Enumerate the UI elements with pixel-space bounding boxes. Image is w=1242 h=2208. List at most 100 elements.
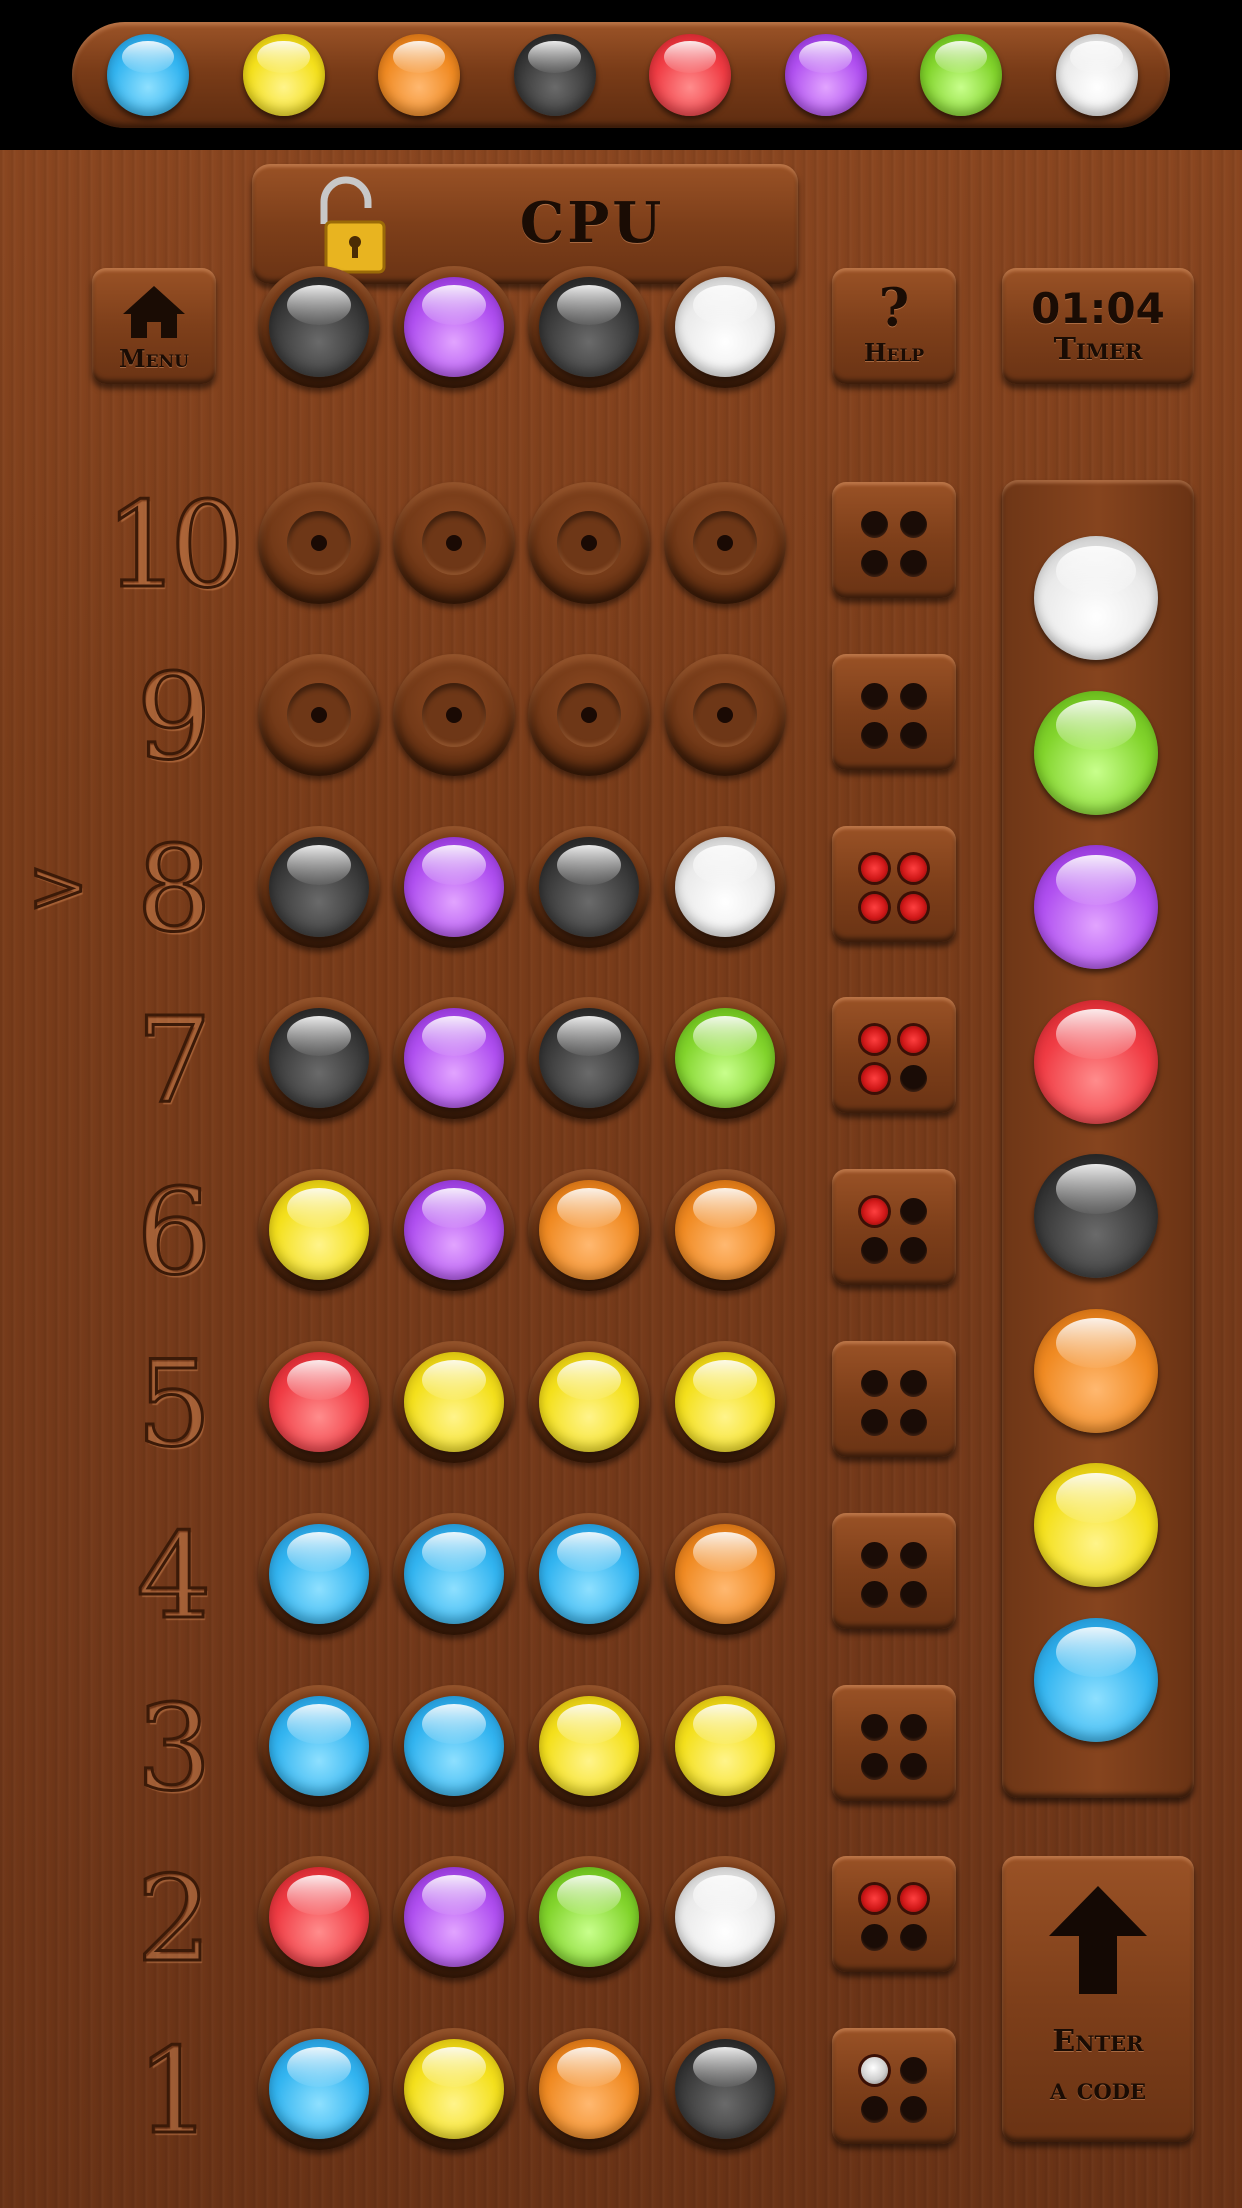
peg-slot[interactable] — [664, 2028, 786, 2151]
peg-slot[interactable] — [258, 997, 380, 1120]
peg-purple — [404, 1180, 504, 1281]
peg-yellow — [675, 1695, 775, 1796]
peg-slot[interactable] — [664, 1341, 786, 1463]
peg-blue — [269, 1523, 369, 1624]
feedback-peg-red — [900, 893, 927, 921]
feedback-peg-empty — [861, 1370, 888, 1397]
peg-slot[interactable] — [393, 1169, 515, 1292]
feedback-peg-empty — [861, 682, 888, 710]
feedback-peg-empty — [861, 721, 888, 749]
peg-slot[interactable] — [393, 1341, 515, 1463]
peg-blue — [404, 1523, 504, 1624]
current-row-marker: > — [26, 844, 89, 928]
peg-slot[interactable] — [258, 653, 380, 776]
peg-slot[interactable] — [664, 653, 786, 776]
peg-slot[interactable] — [528, 1169, 650, 1292]
feedback-peg-empty — [900, 1237, 927, 1265]
peg-slot[interactable] — [528, 482, 650, 604]
peg-slot[interactable] — [664, 1512, 786, 1635]
peg-slot[interactable] — [393, 2028, 515, 2151]
peg-slot[interactable] — [664, 1684, 786, 1807]
peg-slot[interactable] — [664, 997, 786, 1120]
legend-ball-black — [513, 34, 596, 116]
peg-slot[interactable] — [258, 1512, 380, 1635]
peg-slot[interactable] — [528, 1512, 650, 1635]
menu-button[interactable]: Menu — [92, 268, 216, 384]
peg-yellow — [539, 1695, 639, 1796]
peg-yellow — [404, 1352, 504, 1452]
peg-slot[interactable] — [258, 1684, 380, 1807]
palette-color-green[interactable] — [1034, 690, 1158, 815]
peg-slot[interactable] — [664, 825, 786, 948]
feedback-peg-empty — [900, 1541, 927, 1569]
palette-color-orange[interactable] — [1034, 1308, 1158, 1433]
peg-slot[interactable] — [528, 825, 650, 948]
peg-slot[interactable] — [393, 653, 515, 776]
peg-purple — [404, 1867, 504, 1968]
peg-red — [269, 1867, 369, 1968]
peg-purple — [404, 1008, 504, 1109]
legend-ball-yellow — [242, 34, 325, 116]
peg-slot[interactable] — [664, 1856, 786, 1979]
peg-slot[interactable] — [393, 825, 515, 948]
peg-yellow — [539, 1352, 639, 1452]
enter-code-button[interactable]: Enter a code — [1002, 1856, 1194, 2142]
peg-slot[interactable] — [258, 482, 380, 604]
feedback-peg-empty — [861, 1580, 888, 1608]
palette-color-white[interactable] — [1034, 536, 1158, 660]
enter-code-label-line2: a code — [1050, 2072, 1146, 2107]
legend-ball-red — [649, 34, 731, 116]
feedback-peg-empty — [900, 1065, 927, 1093]
peg-orange — [675, 1523, 775, 1624]
color-legend-tray — [72, 22, 1170, 128]
peg-slot[interactable] — [258, 825, 380, 948]
peg-slot[interactable] — [528, 1856, 650, 1979]
peg-orange — [539, 1180, 639, 1281]
secret-peg-slot — [393, 266, 515, 388]
row-number-3: 3 — [135, 1678, 213, 1817]
peg-slot[interactable] — [258, 1169, 380, 1292]
peg-slot[interactable] — [528, 997, 650, 1120]
palette-color-yellow[interactable] — [1034, 1463, 1158, 1587]
peg-slot[interactable] — [393, 1856, 515, 1979]
legend-ball-green — [920, 34, 1002, 116]
secret-peg-slot — [528, 266, 650, 388]
feedback-peg-white — [861, 2057, 888, 2085]
feedback-block — [832, 1169, 956, 1286]
feedback-peg-red — [861, 1026, 888, 1054]
peg-slot[interactable] — [664, 482, 786, 604]
feedback-block — [832, 1341, 956, 1457]
palette-color-blue[interactable] — [1034, 1617, 1158, 1742]
palette-color-red[interactable] — [1034, 999, 1158, 1124]
peg-slot[interactable] — [393, 997, 515, 1120]
peg-slot[interactable] — [664, 1169, 786, 1292]
peg-slot[interactable] — [258, 2028, 380, 2151]
row-number-6: 6 — [135, 1163, 213, 1302]
peg-slot[interactable] — [528, 1341, 650, 1463]
peg-slot[interactable] — [528, 653, 650, 776]
color-palette — [1002, 480, 1194, 1798]
legend-ball-orange — [378, 34, 460, 116]
peg-slot[interactable] — [393, 482, 515, 604]
feedback-peg-empty — [900, 2057, 927, 2085]
peg-blue — [269, 2039, 369, 2140]
timer-display: 01:04 Timer — [1002, 268, 1194, 384]
row-number-2: 2 — [135, 1850, 213, 1989]
palette-color-purple[interactable] — [1034, 845, 1158, 969]
feedback-peg-empty — [861, 1752, 888, 1780]
peg-slot[interactable] — [528, 2028, 650, 2151]
peg-slot[interactable] — [393, 1512, 515, 1635]
peg-slot[interactable] — [258, 1856, 380, 1979]
timer-value: 01:04 — [1031, 284, 1165, 333]
feedback-block — [832, 825, 956, 942]
help-question-icon: ? — [878, 278, 910, 339]
feedback-peg-empty — [900, 1580, 927, 1608]
peg-slot[interactable] — [258, 1341, 380, 1463]
row-number-9: 9 — [135, 647, 213, 786]
palette-color-black[interactable] — [1034, 1154, 1158, 1278]
peg-slot[interactable] — [393, 1684, 515, 1807]
row-number-7: 7 — [135, 991, 213, 1130]
peg-purple — [404, 836, 504, 937]
peg-slot[interactable] — [528, 1684, 650, 1807]
help-button[interactable]: ? Help — [832, 268, 956, 384]
